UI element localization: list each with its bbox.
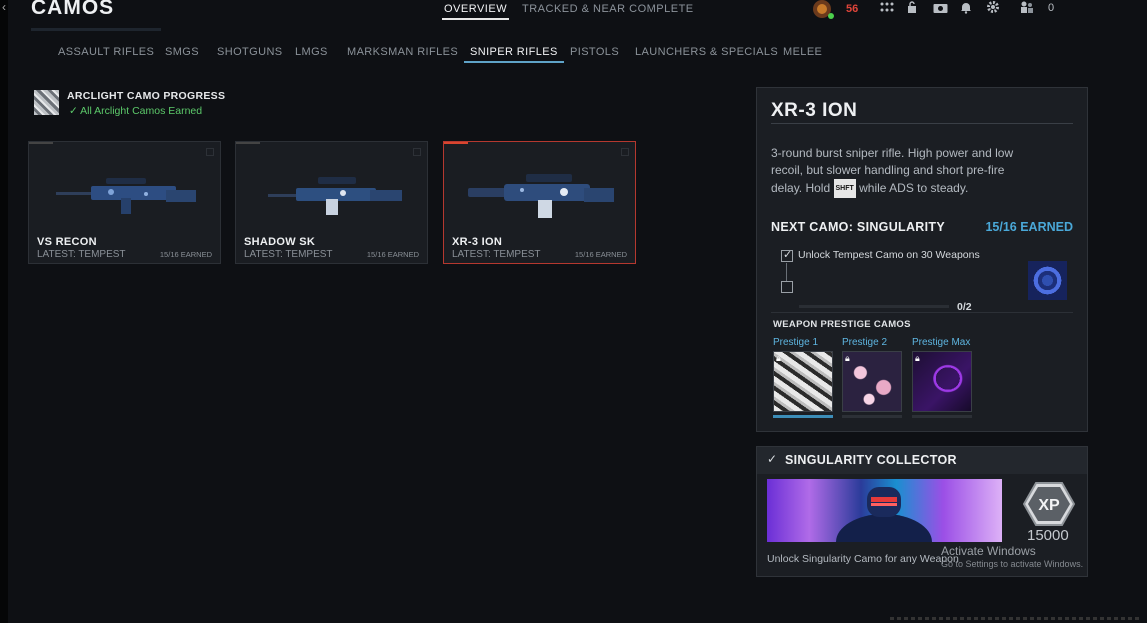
challenge-label: Unlock Tempest Camo on 30 Weapons xyxy=(798,249,980,261)
card-corner-marker xyxy=(621,148,629,156)
tab-tracked-near-complete[interactable]: TRACKED & NEAR COMPLETE xyxy=(522,3,694,15)
weapon-image xyxy=(56,178,196,214)
challenge-checkbox-empty[interactable] xyxy=(781,281,793,293)
bottom-status-strip xyxy=(890,617,1140,620)
prestige-camos-heading: WEAPON PRESTIGE CAMOS xyxy=(773,319,911,330)
prestige-1-label: Prestige 1 xyxy=(773,337,819,348)
mastery-reward-panel: ✓ SINGULARITY COLLECTOR XP 15000 Unlock … xyxy=(756,446,1088,577)
activate-windows-hint: Go to Settings to activate Windows. xyxy=(941,559,1084,569)
card-progress-line xyxy=(444,142,468,144)
tab-pistols[interactable]: PISTOLS xyxy=(570,46,619,58)
challenge-progress-bar xyxy=(799,305,949,308)
prestige-2-indicator xyxy=(842,415,902,418)
tab-shotguns[interactable]: SHOTGUNS xyxy=(217,46,283,58)
prestige-1-indicator xyxy=(773,415,833,418)
left-edge-strip xyxy=(0,0,8,623)
prestige-max-camo-tile[interactable]: 🔒︎ xyxy=(912,351,972,412)
xp-badge-icon: XP xyxy=(1023,482,1075,526)
reward-description: Unlock Singularity Camo for any Weapon xyxy=(767,553,959,565)
card-corner-marker xyxy=(413,148,421,156)
weapon-name: XR-3 ION xyxy=(452,236,503,248)
prestige-1-camo-tile[interactable]: 🔒︎ xyxy=(773,351,833,412)
lock-icon: 🔒︎ xyxy=(915,353,920,363)
player-level: 56 xyxy=(846,3,859,15)
store-lock-icon[interactable] xyxy=(907,1,920,14)
friends-count: 0 xyxy=(1048,2,1055,14)
weapon-card-xr-3-ion[interactable]: XR-3 ION LATEST: TEMPEST 15/16 EARNED xyxy=(443,141,636,264)
bell-icon[interactable] xyxy=(960,1,972,14)
divider xyxy=(771,123,1073,124)
tab-lmgs[interactable]: LMGS xyxy=(295,46,328,58)
check-icon: ✓ xyxy=(767,452,778,466)
weapon-earned-count: 15/16 EARNED xyxy=(574,250,627,259)
prestige-2-label: Prestige 2 xyxy=(842,337,888,348)
arclight-progress-status: ✓ All Arclight Camos Earned xyxy=(69,105,203,117)
arclight-progress-title: ARCLIGHT CAMO PROGRESS xyxy=(67,90,226,102)
tab-melee[interactable]: MELEE xyxy=(783,46,822,58)
weapon-name: VS RECON xyxy=(37,236,97,248)
weapon-image xyxy=(468,174,614,218)
title-decoration xyxy=(31,28,161,31)
category-tab-bar: ASSAULT RIFLES SMGS SHOTGUNS LMGS MARKSM… xyxy=(0,46,900,66)
keybind-shift-icon: SHFT xyxy=(833,179,856,198)
lock-icon: 🔒︎ xyxy=(776,353,781,363)
party-icon[interactable] xyxy=(1020,1,1034,14)
weapon-card-vs-recon[interactable]: VS RECON LATEST: TEMPEST 15/16 EARNED xyxy=(28,141,221,264)
xp-amount: 15000 xyxy=(1027,527,1069,544)
weapon-latest-camo: LATEST: TEMPEST xyxy=(37,249,126,260)
grid-apps-icon[interactable] xyxy=(880,2,894,14)
weapon-name: SHADOW SK xyxy=(244,236,316,248)
detail-weapon-name: XR-3 ION xyxy=(771,100,858,121)
description-text-end: while ADS to steady. xyxy=(859,181,969,195)
tab-smgs[interactable]: SMGS xyxy=(165,46,199,58)
card-progress-line xyxy=(29,142,53,144)
prestige-2-camo-tile[interactable]: 🔒︎ xyxy=(842,351,902,412)
weapon-image xyxy=(268,177,402,215)
reward-banner-image xyxy=(767,479,1002,542)
weapon-card-shadow-sk[interactable]: SHADOW SK LATEST: TEMPEST 15/16 EARNED xyxy=(235,141,428,264)
rank-emblem-icon[interactable] xyxy=(812,0,834,20)
tab-sniper-rifles[interactable]: SNIPER RIFLES xyxy=(464,46,564,63)
tab-assault-rifles[interactable]: ASSAULT RIFLES xyxy=(58,46,154,58)
weapon-earned-count: 15/16 EARNED xyxy=(159,250,212,259)
activate-windows-watermark: Activate Windows xyxy=(941,544,1036,558)
singularity-camo-thumbnail[interactable] xyxy=(1028,261,1067,300)
tab-marksman-rifles[interactable]: MARKSMAN RIFLES xyxy=(347,46,458,58)
prestige-max-indicator xyxy=(912,415,972,418)
camera-icon[interactable] xyxy=(933,2,948,14)
card-corner-marker xyxy=(206,148,214,156)
reward-title: SINGULARITY COLLECTOR xyxy=(785,453,957,467)
weapon-latest-camo: LATEST: TEMPEST xyxy=(244,249,333,260)
tab-overview[interactable]: OVERVIEW xyxy=(441,3,510,20)
challenge-connector xyxy=(786,263,787,281)
next-camo-title: NEXT CAMO: SINGULARITY xyxy=(771,220,945,234)
weapon-earned-count: 15/16 EARNED xyxy=(366,250,419,259)
reward-header: ✓ SINGULARITY COLLECTOR xyxy=(757,447,1087,474)
weapon-detail-panel: XR-3 ION 3-round burst sniper rifle. Hig… xyxy=(756,87,1088,432)
arclight-camo-thumbnail xyxy=(34,90,59,115)
weapon-latest-camo: LATEST: TEMPEST xyxy=(452,249,541,260)
gear-icon[interactable] xyxy=(986,0,1000,14)
tab-launchers-specials[interactable]: LAUNCHERS & SPECIALS xyxy=(635,46,778,58)
divider xyxy=(771,312,1073,313)
detail-description: 3-round burst sniper rifle. High power a… xyxy=(771,145,1033,198)
card-progress-line xyxy=(236,142,260,144)
xp-badge-label: XP xyxy=(1038,497,1060,514)
top-tab-bar: OVERVIEW TRACKED & NEAR COMPLETE xyxy=(0,0,1147,20)
challenge-checkbox-checked[interactable] xyxy=(781,248,793,262)
prestige-max-label: Prestige Max xyxy=(912,337,971,348)
lock-icon: 🔒︎ xyxy=(845,353,850,363)
camo-earned-count: 15/16 EARNED xyxy=(985,220,1073,234)
